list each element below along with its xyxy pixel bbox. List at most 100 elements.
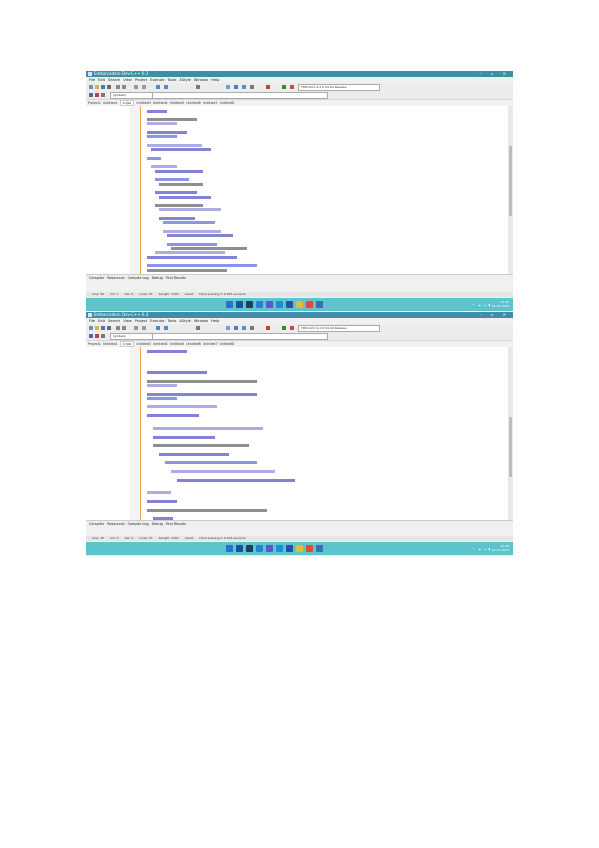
menu-help[interactable]: Help (211, 319, 219, 323)
open-folder-icon[interactable] (95, 85, 99, 89)
clock[interactable]: 15:40 22-12-2023 (492, 300, 509, 308)
chart-icon[interactable] (282, 85, 286, 89)
editor-scrollbar[interactable] (508, 106, 513, 274)
tab-untitled1[interactable]: Untitled1 (103, 101, 118, 105)
menu-edit[interactable]: Edit (98, 319, 105, 323)
chat-icon[interactable] (266, 545, 273, 552)
tab-untitled5[interactable]: Untitled5 (170, 342, 185, 346)
bookmark-icon[interactable] (196, 85, 200, 89)
compile-icon[interactable] (226, 326, 230, 330)
goto-icon[interactable] (95, 93, 99, 97)
tab-untitled8[interactable]: Untitled8 (219, 342, 234, 346)
tab-compile-log[interactable]: Compile Log (128, 522, 149, 526)
rebuild-icon[interactable] (250, 85, 254, 89)
store-icon[interactable] (286, 545, 293, 552)
search-icon[interactable] (236, 545, 243, 552)
chart-icon[interactable] (282, 326, 286, 330)
scrollbar-thumb[interactable] (509, 146, 512, 216)
tab-compiler[interactable]: Compiler (89, 522, 104, 526)
editor-scrollbar[interactable] (508, 347, 513, 520)
search-icon[interactable] (156, 326, 160, 330)
run-icon[interactable] (234, 326, 238, 330)
tab-project[interactable]: Project1 (88, 342, 101, 346)
compiler-select[interactable]: TDM-GCC 9.2.0 64-bit Release (298, 325, 380, 332)
undo-icon[interactable] (116, 326, 120, 330)
chat-icon[interactable] (266, 301, 273, 308)
devcpp-icon[interactable] (316, 545, 323, 552)
menu-project[interactable]: Project (135, 78, 147, 82)
unindent-icon[interactable] (142, 326, 146, 330)
profile-icon[interactable] (290, 326, 294, 330)
tab-debug[interactable]: Debug (152, 276, 163, 280)
chrome-icon[interactable] (306, 545, 313, 552)
globals-select[interactable]: (globals) (110, 333, 154, 340)
goto-icon[interactable] (95, 334, 99, 338)
tab-untitled1[interactable]: Untitled1 (103, 342, 118, 346)
save-icon[interactable] (101, 326, 105, 330)
save-icon[interactable] (101, 85, 105, 89)
start-icon[interactable] (226, 545, 233, 552)
widgets-icon[interactable] (256, 301, 263, 308)
tab-untitled3[interactable]: Untitled3 (136, 342, 151, 346)
code-editor[interactable] (141, 347, 508, 520)
globals-select[interactable]: (globals) (110, 92, 154, 99)
menu-help[interactable]: Help (211, 78, 219, 82)
print-icon[interactable] (107, 326, 111, 330)
search-icon[interactable] (236, 301, 243, 308)
tab-compile-log[interactable]: Compile Log (128, 276, 149, 280)
tab-find-results[interactable]: Find Results (166, 276, 186, 280)
redo-icon[interactable] (122, 326, 126, 330)
menu-file[interactable]: File (89, 319, 95, 323)
menu-search[interactable]: Search (108, 78, 120, 82)
tab-untitled5[interactable]: Untitled5 (170, 101, 185, 105)
store-icon[interactable] (286, 301, 293, 308)
explorer-icon[interactable] (296, 545, 303, 552)
indent-icon[interactable] (134, 326, 138, 330)
menu-view[interactable]: View (123, 319, 132, 323)
menu-astyle[interactable]: AStyle (179, 319, 191, 323)
class-browser-icon[interactable] (89, 93, 93, 97)
tab-debug[interactable]: Debug (152, 522, 163, 526)
search-icon[interactable] (156, 85, 160, 89)
menu-project[interactable]: Project (135, 319, 147, 323)
chrome-icon[interactable] (306, 301, 313, 308)
bookmark-icon[interactable] (196, 326, 200, 330)
tab-resources[interactable]: Resources (107, 522, 124, 526)
indent-icon[interactable] (134, 85, 138, 89)
redo-icon[interactable] (122, 85, 126, 89)
profile-icon[interactable] (290, 85, 294, 89)
debug-icon[interactable] (266, 85, 270, 89)
function-select[interactable] (152, 92, 328, 99)
tab-compiler[interactable]: Compiler (89, 276, 104, 280)
compile-run-icon[interactable] (242, 85, 246, 89)
debug-icon[interactable] (266, 326, 270, 330)
task-view-icon[interactable] (246, 545, 253, 552)
tab-untitled7[interactable]: Untitled7 (203, 342, 218, 346)
menu-file[interactable]: File (89, 78, 95, 82)
clock[interactable]: 15:42 22-12-2023 (492, 544, 509, 552)
menu-execute[interactable]: Execute (150, 319, 164, 323)
widgets-icon[interactable] (256, 545, 263, 552)
open-folder-icon[interactable] (95, 326, 99, 330)
project-browser[interactable] (86, 347, 131, 520)
insert-icon[interactable] (101, 93, 105, 97)
menu-view[interactable]: View (123, 78, 132, 82)
menu-astyle[interactable]: AStyle (179, 78, 191, 82)
project-browser[interactable] (86, 106, 131, 274)
menu-window[interactable]: Window (194, 319, 208, 323)
print-icon[interactable] (107, 85, 111, 89)
insert-icon[interactable] (101, 334, 105, 338)
compile-run-icon[interactable] (242, 326, 246, 330)
system-tray-icons[interactable]: ^ ☁ ◂ ▮ (472, 547, 491, 551)
compiler-select[interactable]: TDM-GCC 9.2.0 64-bit Release (298, 84, 380, 91)
tab-untitled6[interactable]: Untitled6 (186, 342, 201, 346)
replace-icon[interactable] (164, 326, 168, 330)
tab-project[interactable]: Project1 (88, 101, 101, 105)
code-editor[interactable] (141, 106, 508, 274)
unindent-icon[interactable] (142, 85, 146, 89)
undo-icon[interactable] (116, 85, 120, 89)
tab-untitled6[interactable]: Untitled6 (186, 101, 201, 105)
menu-tools[interactable]: Tools (168, 78, 177, 82)
new-file-icon[interactable] (89, 85, 93, 89)
compile-icon[interactable] (226, 85, 230, 89)
